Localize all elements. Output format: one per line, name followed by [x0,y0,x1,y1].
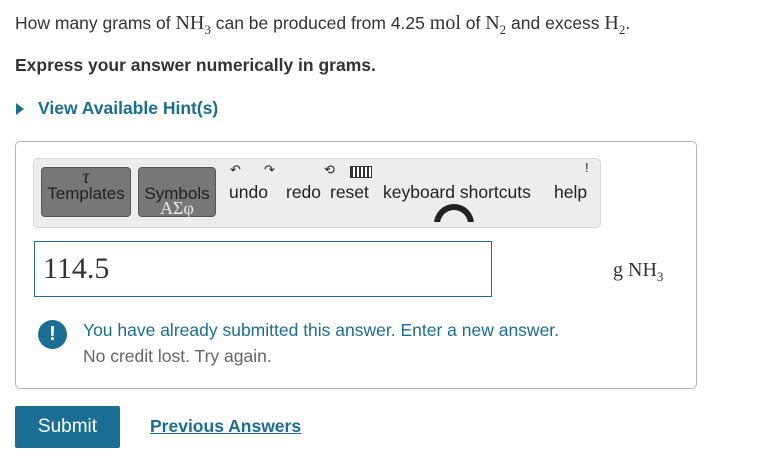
question-part: of [460,13,486,33]
nh3-formula: NH3 [175,12,211,37]
redo-icon: ↷ [264,162,275,177]
previous-answers-link[interactable]: Previous Answers [150,416,301,437]
question-part: and excess [506,13,605,33]
question-part: How many grams of [15,13,176,33]
view-hints-link[interactable]: View Available Hint(s) [16,98,218,119]
alert-icon: ! [38,320,67,349]
answer-input[interactable]: 114.5 [34,241,492,297]
loading-spinner-icon [434,204,474,222]
templates-button[interactable]: τ Templates [41,166,131,217]
undo-button[interactable]: undo [229,182,268,203]
undo-icon: ↶ [230,162,241,177]
help-icon: ! [585,160,589,175]
n2-formula: N2 [485,12,507,37]
h2-formula: H2 [604,12,626,37]
math-toolbar: τ Templates Symbols ΑΣφ ↶ undo ↷ redo ⟲ … [33,158,601,228]
keyboard-shortcuts-button[interactable]: keyboard shortcuts [383,182,531,203]
help-button[interactable]: help [554,182,587,203]
feedback-message: You have already submitted this answer. … [83,320,560,340]
mol-unit: mol [429,12,461,34]
reset-button[interactable]: reset [330,182,369,203]
symbols-icon: ΑΣφ [160,198,194,218]
expand-triangle-icon [16,102,24,115]
symbols-button[interactable]: Symbols ΑΣφ [138,167,216,218]
hint-label: View Available Hint(s) [38,98,219,118]
redo-button[interactable]: redo [286,182,321,203]
instruction-text: Express your answer numerically in grams… [15,55,376,75]
answer-unit: g NH3 [613,259,664,284]
keyboard-icon [350,166,372,178]
answer-panel: τ Templates Symbols ΑΣφ ↶ undo ↷ redo ⟲ … [15,141,697,389]
question-text: How many grams of NH3 can be produced fr… [15,12,631,37]
reset-icon: ⟲ [324,162,335,177]
question-part: can be produced from [210,13,391,33]
mole-amount: 4.25 [390,13,425,33]
submit-button[interactable]: Submit [15,406,120,448]
feedback-subtext: No credit lost. Try again. [83,346,272,366]
